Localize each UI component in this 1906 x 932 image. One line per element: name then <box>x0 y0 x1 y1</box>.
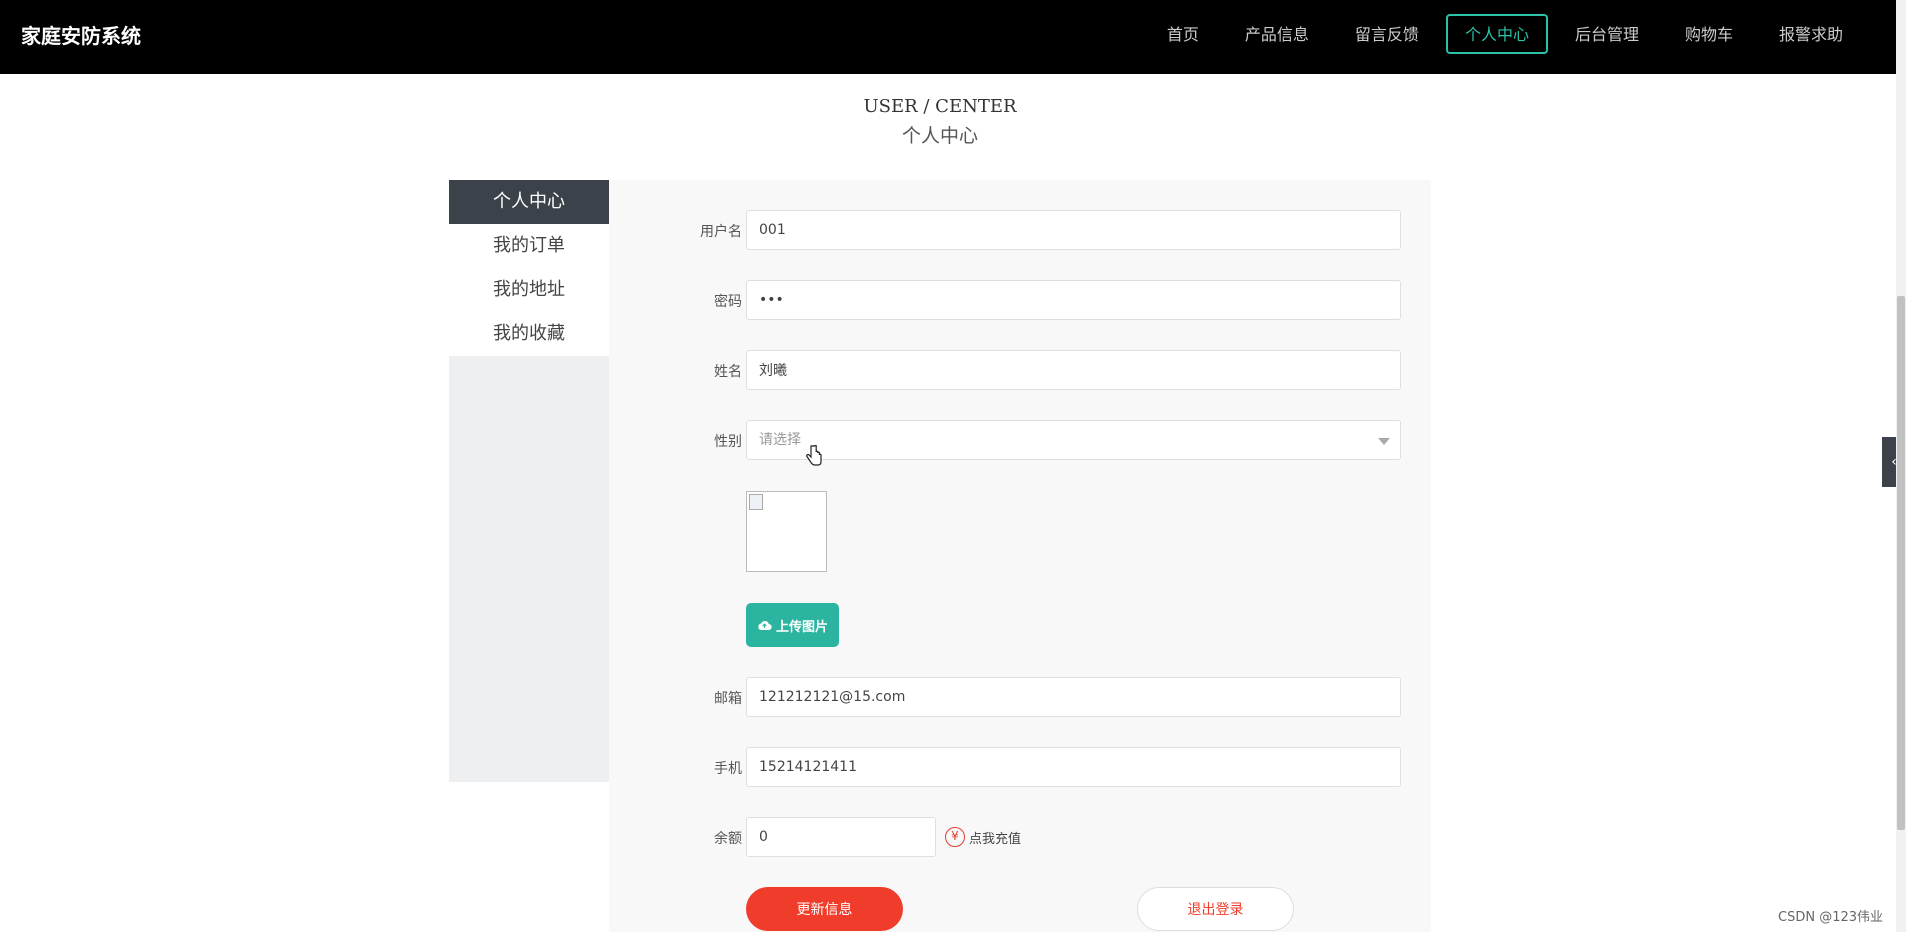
gender-label: 性别 <box>714 434 742 450</box>
cloud-upload-icon <box>758 620 772 630</box>
nav-item-alarm-help[interactable]: 报警求助 <box>1760 14 1862 54</box>
balance-row: 余额 ¥ 点我充值 <box>609 817 1431 857</box>
nav-item-home[interactable]: 首页 <box>1148 14 1218 54</box>
nav-item-feedback[interactable]: 留言反馈 <box>1336 14 1438 54</box>
upload-image-button[interactable]: 上传图片 <box>746 603 839 647</box>
vertical-scrollbar[interactable] <box>1896 0 1906 932</box>
nav-item-cart[interactable]: 购物车 <box>1666 14 1752 54</box>
page: 家庭安防系统 首页 产品信息 留言反馈 个人中心 后台管理 购物车 报警求助 U… <box>0 0 1906 932</box>
nav-item-admin[interactable]: 后台管理 <box>1556 14 1658 54</box>
nav-item-products[interactable]: 产品信息 <box>1226 14 1328 54</box>
recharge-label: 点我充值 <box>969 831 1022 847</box>
phone-input[interactable] <box>746 747 1401 787</box>
email-row: 邮箱 <box>609 677 1431 717</box>
main-nav: 首页 产品信息 留言反馈 个人中心 后台管理 购物车 报警求助 <box>1148 14 1862 54</box>
recharge-link[interactable]: ¥ 点我充值 <box>945 827 1021 847</box>
sidebar-item-orders[interactable]: 我的订单 <box>449 224 609 268</box>
logout-button[interactable]: 退出登录 <box>1137 887 1294 931</box>
chevron-down-icon <box>1378 438 1390 445</box>
username-row: 用户名 <box>609 210 1431 250</box>
password-row: 密码 ••• <box>609 280 1431 320</box>
username-label: 用户名 <box>700 224 742 240</box>
sidebar-item-address[interactable]: 我的地址 <box>449 268 609 312</box>
heading-english: USER / CENTER <box>863 96 1017 117</box>
gender-row: 性别 请选择 <box>609 420 1431 460</box>
balance-input[interactable] <box>746 817 936 857</box>
phone-label: 手机 <box>714 761 742 777</box>
username-input[interactable] <box>746 210 1401 250</box>
nav-item-user-center[interactable]: 个人中心 <box>1445 14 1548 54</box>
heading-chinese: 个人中心 <box>901 125 978 147</box>
phone-row: 手机 <box>609 747 1431 787</box>
avatar-image <box>746 491 827 572</box>
profile-form: 用户名 密码 ••• 姓名 性别 请选择 <box>609 180 1431 932</box>
top-nav-bar: 家庭安防系统 首页 产品信息 留言反馈 个人中心 后台管理 购物车 报警求助 <box>0 0 1896 74</box>
name-label: 姓名 <box>714 364 742 380</box>
sidebar-item-favorites[interactable]: 我的收藏 <box>449 312 609 356</box>
user-sidebar: 个人中心 我的订单 我的地址 我的收藏 <box>449 180 609 782</box>
app-title: 家庭安防系统 <box>21 24 141 48</box>
sidebar-item-user-center[interactable]: 个人中心 <box>449 180 609 224</box>
gender-select[interactable]: 请选择 <box>746 420 1401 460</box>
gender-placeholder: 请选择 <box>759 432 801 448</box>
section-heading: USER / CENTER 个人中心 <box>0 96 1880 148</box>
password-input[interactable]: ••• <box>746 280 1401 320</box>
password-label: 密码 <box>714 294 742 310</box>
balance-label: 余额 <box>714 831 742 847</box>
name-row: 姓名 <box>609 350 1431 390</box>
email-label: 邮箱 <box>714 691 742 707</box>
upload-button-label: 上传图片 <box>775 618 828 634</box>
scrollbar-thumb[interactable] <box>1897 296 1905 830</box>
update-info-button[interactable]: 更新信息 <box>746 887 903 931</box>
name-input[interactable] <box>746 350 1401 390</box>
broken-image-icon <box>749 494 763 510</box>
watermark: CSDN @123伟业 <box>1778 910 1884 925</box>
email-input[interactable] <box>746 677 1401 717</box>
yen-icon: ¥ <box>945 827 965 847</box>
hand-cursor-icon <box>806 445 822 466</box>
